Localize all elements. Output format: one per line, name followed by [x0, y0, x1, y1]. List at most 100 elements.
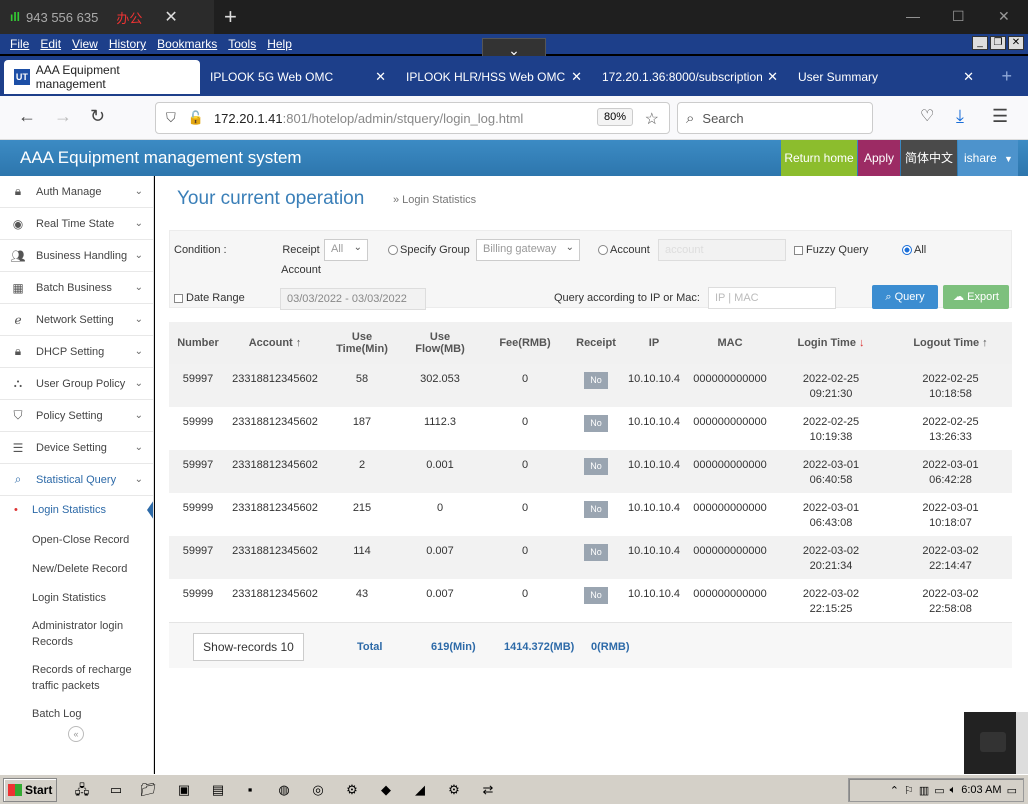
download-icon[interactable]: ⤓: [956, 106, 964, 127]
cmd-icon[interactable]: ▪: [240, 780, 260, 800]
col-account[interactable]: Account ↑: [227, 322, 323, 364]
close-icon[interactable]: ✕: [1008, 36, 1024, 50]
menu-help[interactable]: Help: [267, 37, 292, 51]
sidebar-item-auth-manage[interactable]: 🔒︎ Auth Manage ⌄: [0, 176, 153, 208]
show-records-button[interactable]: Show-records 10: [193, 633, 304, 661]
col-ip[interactable]: IP: [621, 322, 687, 364]
menu-bookmarks[interactable]: Bookmarks: [157, 37, 217, 51]
fuzzy-query-checkbox[interactable]: Fuzzy Query: [794, 244, 868, 256]
new-tab-icon[interactable]: +: [1001, 66, 1012, 87]
return-home-button[interactable]: Return home: [781, 140, 857, 176]
user-menu-button[interactable]: ishare ▼: [958, 140, 1018, 176]
bookmark-star-icon[interactable]: ☆: [645, 109, 659, 129]
sidebar-sub-batch-log[interactable]: Batch Log: [0, 700, 153, 728]
date-range-input[interactable]: 03/03/2022 - 03/03/2022: [280, 288, 426, 310]
wireshark-icon[interactable]: ◢: [410, 780, 430, 800]
settings-tool-icon[interactable]: ⚙: [444, 780, 464, 800]
specify-group-radio[interactable]: Specify Group: [388, 244, 470, 256]
chrome-icon[interactable]: ◎: [308, 780, 328, 800]
sidebar-sub-login-statistics-2[interactable]: Login Statistics: [0, 583, 153, 612]
chevron-up-icon[interactable]: ⌃: [890, 784, 899, 797]
monitor-icon[interactable]: ▭: [934, 784, 944, 797]
close-tab-icon[interactable]: ✕: [963, 69, 974, 85]
maximize-icon[interactable]: ☐: [952, 8, 965, 25]
sidebar-item-real-time-state[interactable]: ◉ Real Time State ⌄: [0, 208, 153, 240]
minimize-icon[interactable]: _: [972, 36, 988, 50]
close-tab-icon[interactable]: ✕: [375, 69, 386, 85]
firefox-icon[interactable]: ◍: [274, 780, 294, 800]
remote-session-tab[interactable]: ıll 943 556 635 办公 ✕: [0, 0, 214, 34]
scrollbar[interactable]: [1016, 712, 1028, 774]
search-input[interactable]: ⌕ Search: [677, 102, 873, 134]
shield-icon[interactable]: ⛉: [166, 110, 176, 126]
account-radio[interactable]: Account: [598, 244, 650, 256]
volume-icon[interactable]: 🔈︎: [950, 784, 957, 797]
col-fee[interactable]: Fee(RMB): [479, 322, 571, 364]
pocket-icon[interactable]: ♡: [920, 106, 934, 126]
teamviewer-icon[interactable]: ⇄: [478, 780, 498, 800]
menu-history[interactable]: History: [109, 37, 146, 51]
hamburger-menu-icon[interactable]: ☰: [992, 106, 1008, 127]
folder-icon[interactable]: 📁︎: [138, 780, 158, 800]
network-tool-icon[interactable]: ⚙: [342, 780, 362, 800]
insecure-lock-icon[interactable]: 🔓: [188, 110, 204, 126]
receipt-select[interactable]: All ⌄: [324, 239, 368, 261]
sidebar-item-network-setting[interactable]: ℯ Network Setting ⌄: [0, 304, 153, 336]
sidebar-item-device-setting[interactable]: ☰ Device Setting ⌄: [0, 432, 153, 464]
export-button[interactable]: ☁ Export: [943, 285, 1009, 309]
group-select[interactable]: Billing gateway ⌄: [476, 239, 580, 261]
sidebar-sub-admin-login-records[interactable]: Administrator login Records: [0, 612, 153, 656]
ip-mac-input[interactable]: IP | MAC: [708, 287, 836, 309]
app-window-icon[interactable]: ▣: [174, 780, 194, 800]
col-login-time[interactable]: Login Time ↓: [773, 322, 889, 364]
sidebar-item-user-group-policy[interactable]: ⛬ User Group Policy ⌄: [0, 368, 153, 400]
minimize-icon[interactable]: —: [906, 8, 920, 24]
clock[interactable]: 6:03 AM: [961, 784, 1001, 796]
date-range-checkbox[interactable]: Date Range: [174, 292, 245, 304]
all-radio[interactable]: All: [902, 244, 926, 256]
sidebar-sub-open-close-record[interactable]: Open-Close Record: [0, 525, 153, 554]
start-button[interactable]: Start: [3, 778, 57, 802]
reload-icon[interactable]: ↻: [90, 106, 105, 127]
col-logout-time[interactable]: Logout Time ↑: [889, 322, 1012, 364]
language-button[interactable]: 简体中文: [901, 140, 957, 176]
close-session-icon[interactable]: ✕: [164, 7, 177, 27]
forward-icon[interactable]: →: [54, 106, 72, 127]
sidebar-sub-login-statistics[interactable]: Login Statistics: [0, 496, 153, 525]
tab-5g-omc[interactable]: IPLOOK 5G Web OMC ✕: [200, 60, 396, 94]
tab-subscription[interactable]: 172.20.1.36:8000/subscriptionM ✕: [592, 60, 788, 94]
network-tray-icon[interactable]: ▥: [919, 784, 929, 797]
col-number[interactable]: Number: [169, 322, 227, 364]
new-session-icon[interactable]: +: [224, 4, 237, 30]
sidebar-item-business-handling[interactable]: 👥︎ Business Handling ⌄: [0, 240, 153, 272]
address-bar[interactable]: ⛉ 🔓 172.20.1.41 :801/hotelop/admin/stque…: [155, 102, 670, 134]
account-input[interactable]: account: [658, 239, 786, 261]
notepad-icon[interactable]: ▤: [208, 780, 228, 800]
notification-icon[interactable]: ▭: [1007, 784, 1017, 797]
col-use-time[interactable]: Use Time(Min): [323, 322, 401, 364]
powershell-icon[interactable]: ▭: [106, 780, 126, 800]
tab-hlr-hss[interactable]: IPLOOK HLR/HSS Web OMC ✕: [396, 60, 592, 94]
menu-view[interactable]: View: [72, 37, 98, 51]
apply-button[interactable]: Apply: [858, 140, 900, 176]
server-manager-icon[interactable]: 🖧︎: [72, 780, 92, 800]
close-window-icon[interactable]: ✕: [998, 8, 1010, 25]
menu-file[interactable]: File: [10, 37, 29, 51]
restore-icon[interactable]: ❐: [990, 36, 1006, 50]
sidebar-sub-recharge-records[interactable]: Records of recharge traffic packets: [0, 656, 153, 700]
zoom-level[interactable]: 80%: [596, 108, 633, 126]
sidebar-item-policy-setting[interactable]: ⛉ Policy Setting ⌄: [0, 400, 153, 432]
sidebar-item-dhcp-setting[interactable]: 🔒︎ DHCP Setting ⌄: [0, 336, 153, 368]
menu-tools[interactable]: Tools: [228, 37, 256, 51]
query-button[interactable]: ⌕ Query: [872, 285, 938, 309]
tab-aaa[interactable]: UT AAA Equipment management: [4, 60, 200, 94]
tab-user-summary[interactable]: User Summary ✕: [788, 60, 984, 94]
anydesk-icon[interactable]: ◆: [376, 780, 396, 800]
back-icon[interactable]: ←: [18, 106, 36, 127]
sidebar-item-batch-business[interactable]: ▦ Batch Business ⌄: [0, 272, 153, 304]
sidebar-sub-new-delete-record[interactable]: New/Delete Record: [0, 554, 153, 583]
menu-edit[interactable]: Edit: [40, 37, 61, 51]
close-tab-icon[interactable]: ✕: [571, 69, 582, 85]
sidebar-item-statistical-query[interactable]: ⌕ Statistical Query ⌄: [0, 464, 153, 496]
collapse-sidebar-icon[interactable]: «: [68, 726, 84, 742]
